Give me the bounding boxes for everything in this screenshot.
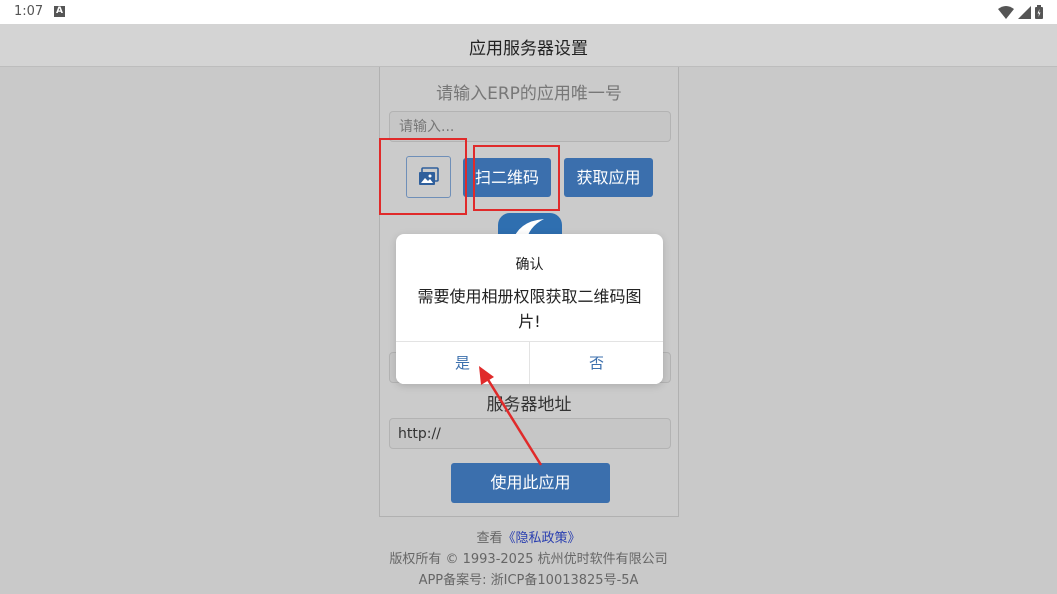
server-address-label: 服务器地址: [486, 395, 572, 415]
privacy-policy-link[interactable]: 《隐私政策》: [503, 531, 581, 546]
page-title: 应用服务器设置: [469, 39, 588, 59]
copyright-text: 版权所有 © 1993-2025 杭州优时软件有限公司: [389, 552, 668, 567]
privacy-line: 查看《隐私政策》: [0, 527, 1057, 546]
use-app-button[interactable]: 使用此应用: [451, 463, 610, 503]
battery-icon: [1035, 5, 1043, 19]
dialog-title: 确认: [515, 257, 544, 273]
status-bar: 1:07 A: [0, 0, 1057, 24]
view-prefix: 查看: [476, 531, 503, 546]
status-time: 1:07: [14, 4, 44, 19]
dialog-no-button[interactable]: 否: [530, 342, 663, 384]
app-id-prompt: 请输入ERP的应用唯一号: [436, 84, 622, 104]
app-header: 应用服务器设置: [0, 24, 1057, 67]
signal-icon: [1018, 5, 1031, 19]
dialog-yes-button[interactable]: 是: [396, 342, 530, 384]
status-icons: [998, 5, 1043, 19]
dialog-message: 需要使用相册权限获取二维码图片!: [417, 287, 642, 331]
icp-text: APP备案号: 浙ICP备10013825号-5A: [418, 573, 639, 588]
confirm-dialog: 确认 需要使用相册权限获取二维码图片! 是 否: [396, 234, 663, 384]
annotation-box-scan-button: [473, 145, 560, 211]
notification-badge-icon: A: [54, 6, 65, 17]
wifi-icon: [998, 5, 1014, 19]
fetch-app-button[interactable]: 获取应用: [564, 158, 653, 197]
dialog-actions: 是 否: [396, 341, 663, 384]
annotation-box-image-button: [379, 138, 467, 215]
server-address-input[interactable]: [389, 418, 671, 449]
